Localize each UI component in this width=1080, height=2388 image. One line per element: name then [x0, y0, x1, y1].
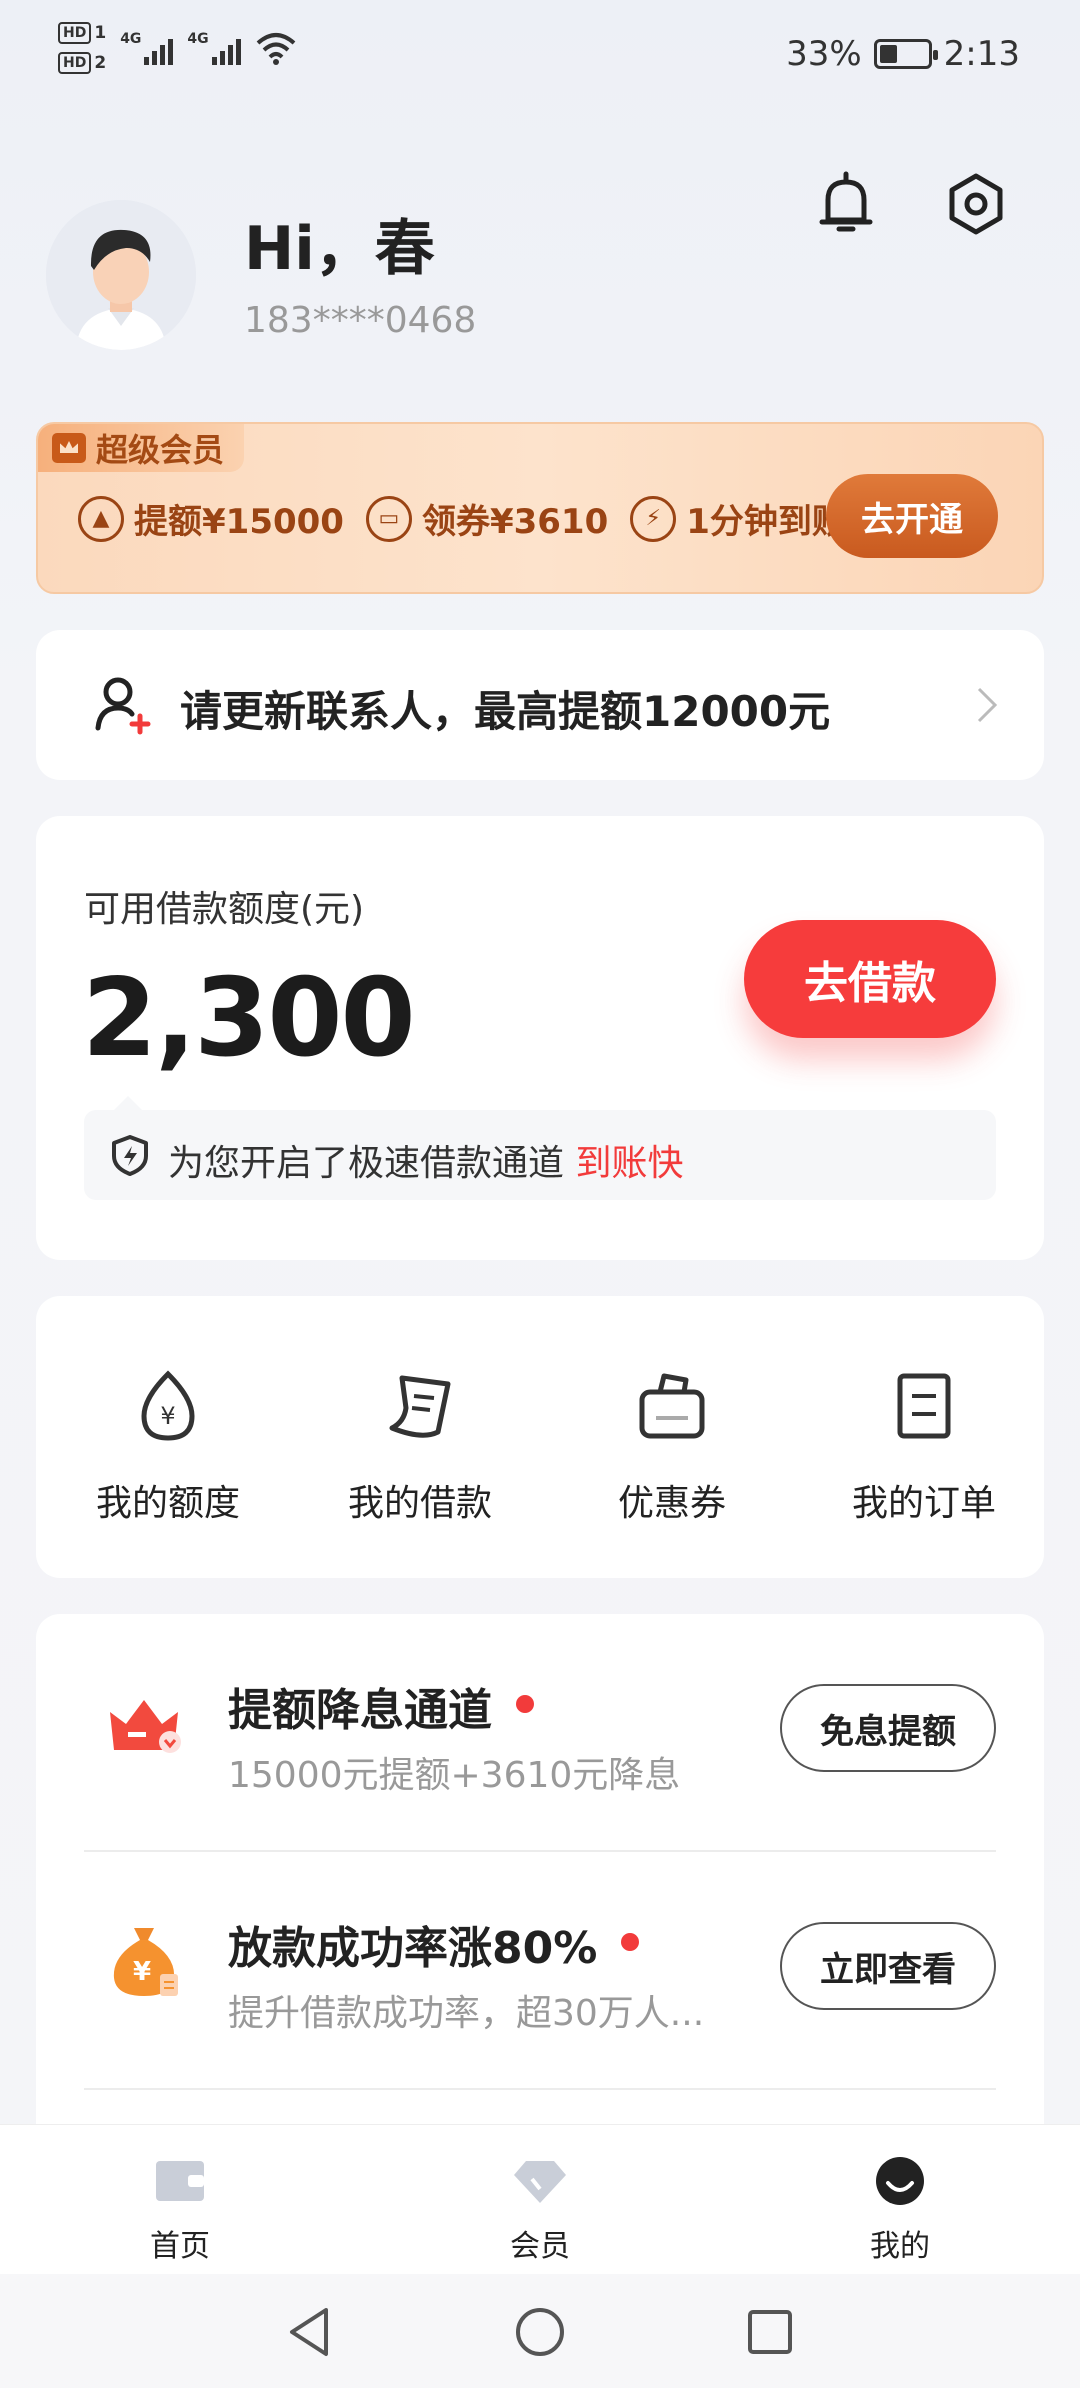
- available-limit-label: 可用借款额度(元): [84, 889, 365, 930]
- vip-perk: ⚡ 1分钟到账: [630, 494, 846, 543]
- shortcut-coupons[interactable]: 优惠券: [552, 1368, 792, 1526]
- arrow-up-icon: ▲: [78, 495, 124, 542]
- shortcuts-grid: ¥ 我的额度 我的借款 优惠券 我的订单: [36, 1296, 1044, 1578]
- battery-icon: [873, 39, 938, 69]
- add-contact-icon: [95, 677, 151, 735]
- vip-perk: ▲ 提额¥15000: [78, 494, 344, 543]
- money-bag-icon: ¥: [113, 1928, 178, 1996]
- nav-item-home[interactable]: 首页: [80, 2155, 280, 2265]
- status-right: 33% 2:13: [786, 34, 1020, 74]
- svg-text:¥: ¥: [160, 1402, 175, 1430]
- nav-item-mine[interactable]: 我的: [800, 2155, 1000, 2265]
- loan-limit-card: 可用借款额度(元) 2,300 去借款 为您开启了极速借款通道 到账快: [36, 816, 1044, 1260]
- promo-title: 提额降息通道: [228, 1685, 492, 1736]
- diamond-icon: [514, 2161, 566, 2203]
- coupon-icon: ▭: [365, 495, 412, 542]
- chevron-right-icon: [977, 687, 998, 723]
- divider: [84, 2088, 996, 2090]
- loan-doc-icon: [389, 1375, 451, 1438]
- svg-text:¥: ¥: [133, 1957, 151, 1987]
- battery-percent: 33%: [786, 34, 862, 74]
- promo-item-rate-channel[interactable]: 提额降息通道 15000元提额+3610元降息 免息提额: [36, 1614, 1044, 1850]
- status-bar: HD 1 HD 2 4G 4G 33% 2:13: [0, 0, 1080, 110]
- quota-drop-icon: ¥: [141, 1370, 195, 1441]
- shield-lightning-icon: [112, 1135, 148, 1176]
- settings-icon[interactable]: [940, 168, 1012, 240]
- order-icon: [897, 1373, 951, 1439]
- contact-prompt: 请更新联系人，最高提额12000元: [180, 687, 831, 736]
- wallet-icon: [156, 2161, 204, 2201]
- clock: 2:13: [943, 34, 1020, 74]
- wifi-icon: [256, 33, 295, 65]
- shortcut-my-limit[interactable]: ¥ 我的额度: [48, 1368, 288, 1526]
- recents-icon[interactable]: [742, 2304, 798, 2360]
- vip-perk: ▭ 领券¥3610: [365, 494, 608, 543]
- promo-subtitle: 15000元提额+3610元降息: [228, 1755, 681, 1796]
- profile-icon: [876, 2157, 924, 2205]
- avatar[interactable]: [46, 200, 196, 350]
- bottom-nav: 首页 会员 我的: [0, 2124, 1080, 2274]
- status-left: HD 1 HD 2 4G 4G: [58, 22, 297, 74]
- vip-tag: 超级会员: [38, 424, 245, 472]
- available-limit-amount: 2,300: [82, 956, 416, 1081]
- bell-icon[interactable]: [810, 168, 882, 240]
- sim2-hd-indicator: HD 2: [58, 52, 106, 74]
- free-interest-raise-button[interactable]: 免息提额: [780, 1684, 996, 1772]
- new-badge-dot: [621, 1933, 640, 1951]
- sim1-hd-indicator: HD 1: [58, 22, 106, 44]
- greeting: Hi，春: [244, 214, 435, 284]
- promo-subtitle: 提升借款成功率，超30万人...: [228, 1993, 705, 2034]
- update-contacts-card[interactable]: 请更新联系人，最高提额12000元: [36, 630, 1044, 780]
- system-nav-bar: [0, 2274, 1080, 2388]
- shortcut-my-orders[interactable]: 我的订单: [804, 1368, 1044, 1526]
- signal-icon: 4G: [187, 31, 241, 65]
- user-avatar-icon: [46, 200, 196, 350]
- fast-channel-notice: 为您开启了极速借款通道 到账快: [84, 1096, 996, 1200]
- promo-item-success-rate[interactable]: ¥ 放款成功率涨80% 提升借款成功率，超30万人... 立即查看: [36, 1852, 1044, 2088]
- fast-channel-text: 为您开启了极速借款通道: [168, 1143, 565, 1184]
- nav-item-membership[interactable]: 会员: [440, 2155, 640, 2265]
- shortcut-my-loans[interactable]: 我的借款: [300, 1368, 540, 1526]
- promo-title: 放款成功率涨80%: [228, 1923, 598, 1974]
- view-now-button[interactable]: 立即查看: [780, 1922, 996, 2010]
- new-badge-dot: [516, 1695, 534, 1713]
- fast-channel-highlight: 到账快: [575, 1143, 684, 1184]
- lightning-icon: ⚡: [630, 495, 677, 542]
- borrow-button[interactable]: 去借款: [744, 920, 996, 1038]
- phone-number: 183****0468: [244, 300, 477, 341]
- crown-icon: [52, 433, 86, 463]
- home-circle-icon[interactable]: [512, 2304, 568, 2360]
- vip-activate-button[interactable]: 去开通: [826, 474, 998, 558]
- back-icon[interactable]: [282, 2304, 338, 2360]
- coupon-bag-icon: [639, 1373, 705, 1439]
- crown-icon: [110, 1700, 181, 1753]
- vip-perks: ▲ 提额¥15000 ▭ 领券¥3610 ⚡ 1分钟到账: [78, 494, 846, 543]
- signal-icon: 4G: [120, 31, 174, 65]
- vip-banner[interactable]: 超级会员 ▲ 提额¥15000 ▭ 领券¥3610 ⚡ 1分钟到账 去开通: [36, 422, 1044, 594]
